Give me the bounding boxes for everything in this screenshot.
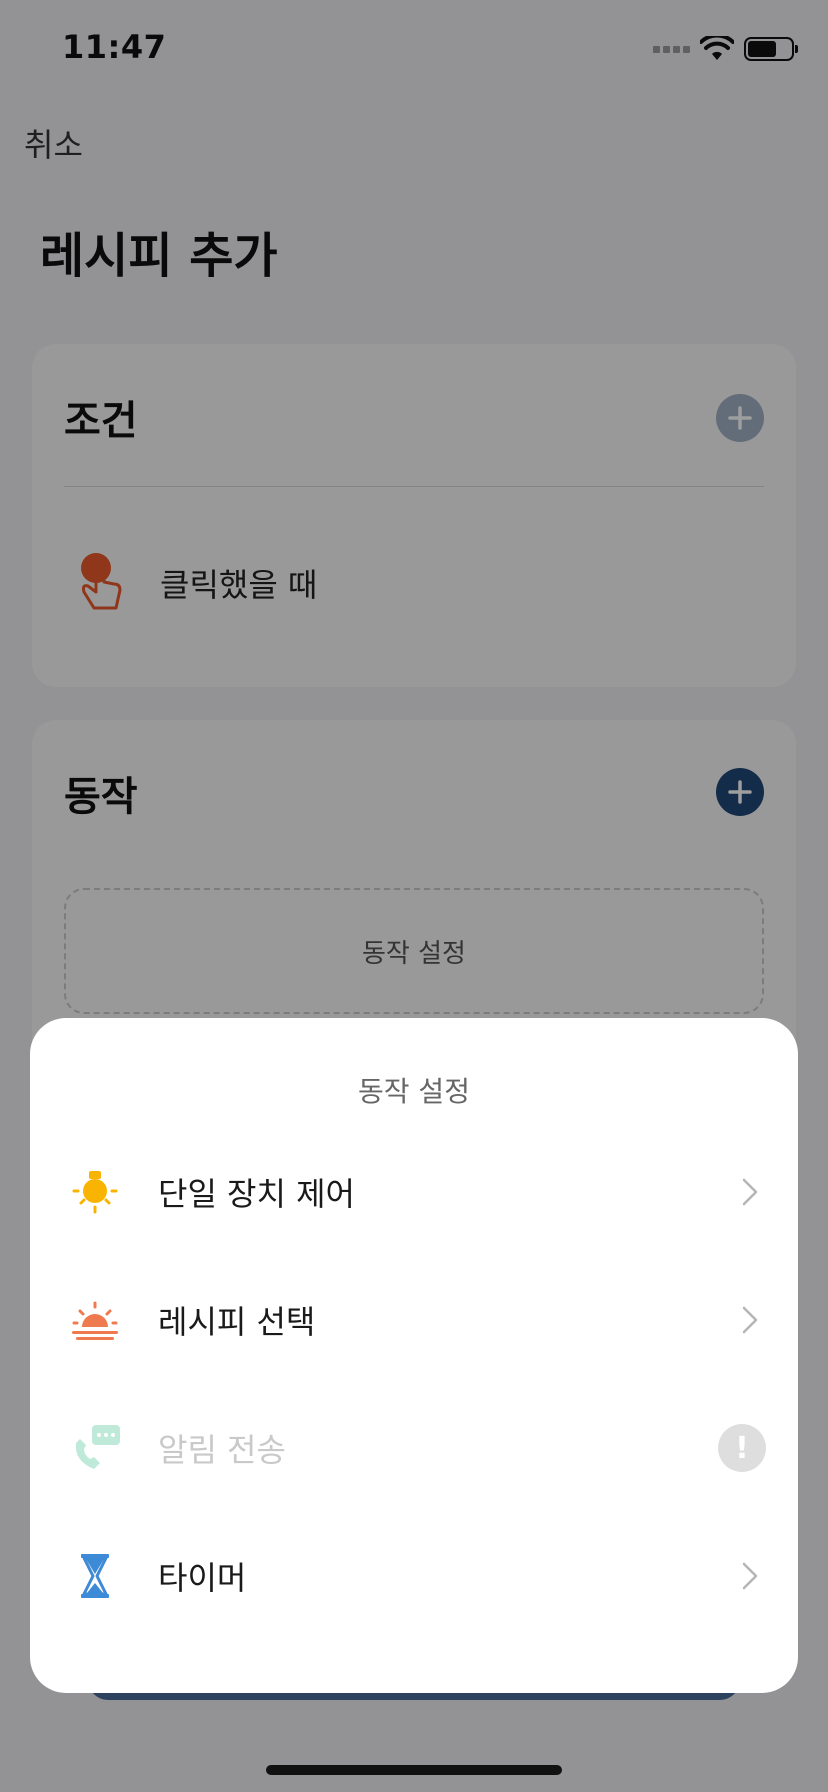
phone-message-icon	[68, 1421, 122, 1475]
action-settings-sheet: 동작 설정 단일 장치 제어 레시피 선택 알림 전송 ! 타이머	[30, 1018, 798, 1693]
hourglass-icon	[68, 1549, 122, 1603]
option-timer[interactable]: 타이머	[30, 1512, 798, 1640]
bulb-icon	[68, 1165, 122, 1219]
home-indicator	[266, 1765, 562, 1775]
option-label: 타이머	[158, 1559, 247, 1597]
chevron-right-icon	[742, 1178, 758, 1206]
warning-icon[interactable]: !	[718, 1424, 766, 1472]
chevron-right-icon	[742, 1562, 758, 1590]
option-label: 알림 전송	[158, 1431, 286, 1469]
option-single-device-control[interactable]: 단일 장치 제어	[30, 1128, 798, 1256]
option-send-notification[interactable]: 알림 전송 !	[30, 1384, 798, 1512]
sheet-title: 동작 설정	[358, 1075, 470, 1108]
sunrise-icon	[68, 1293, 122, 1347]
recipe-add-screen: 11:47 취소 레시피 추가 조건 클릭했을 때 동작 동작 설정 동작 설정…	[0, 0, 828, 1792]
option-label: 단일 장치 제어	[158, 1175, 355, 1213]
option-label: 레시피 선택	[158, 1303, 316, 1341]
option-select-recipe[interactable]: 레시피 선택	[30, 1256, 798, 1384]
chevron-right-icon	[742, 1306, 758, 1334]
